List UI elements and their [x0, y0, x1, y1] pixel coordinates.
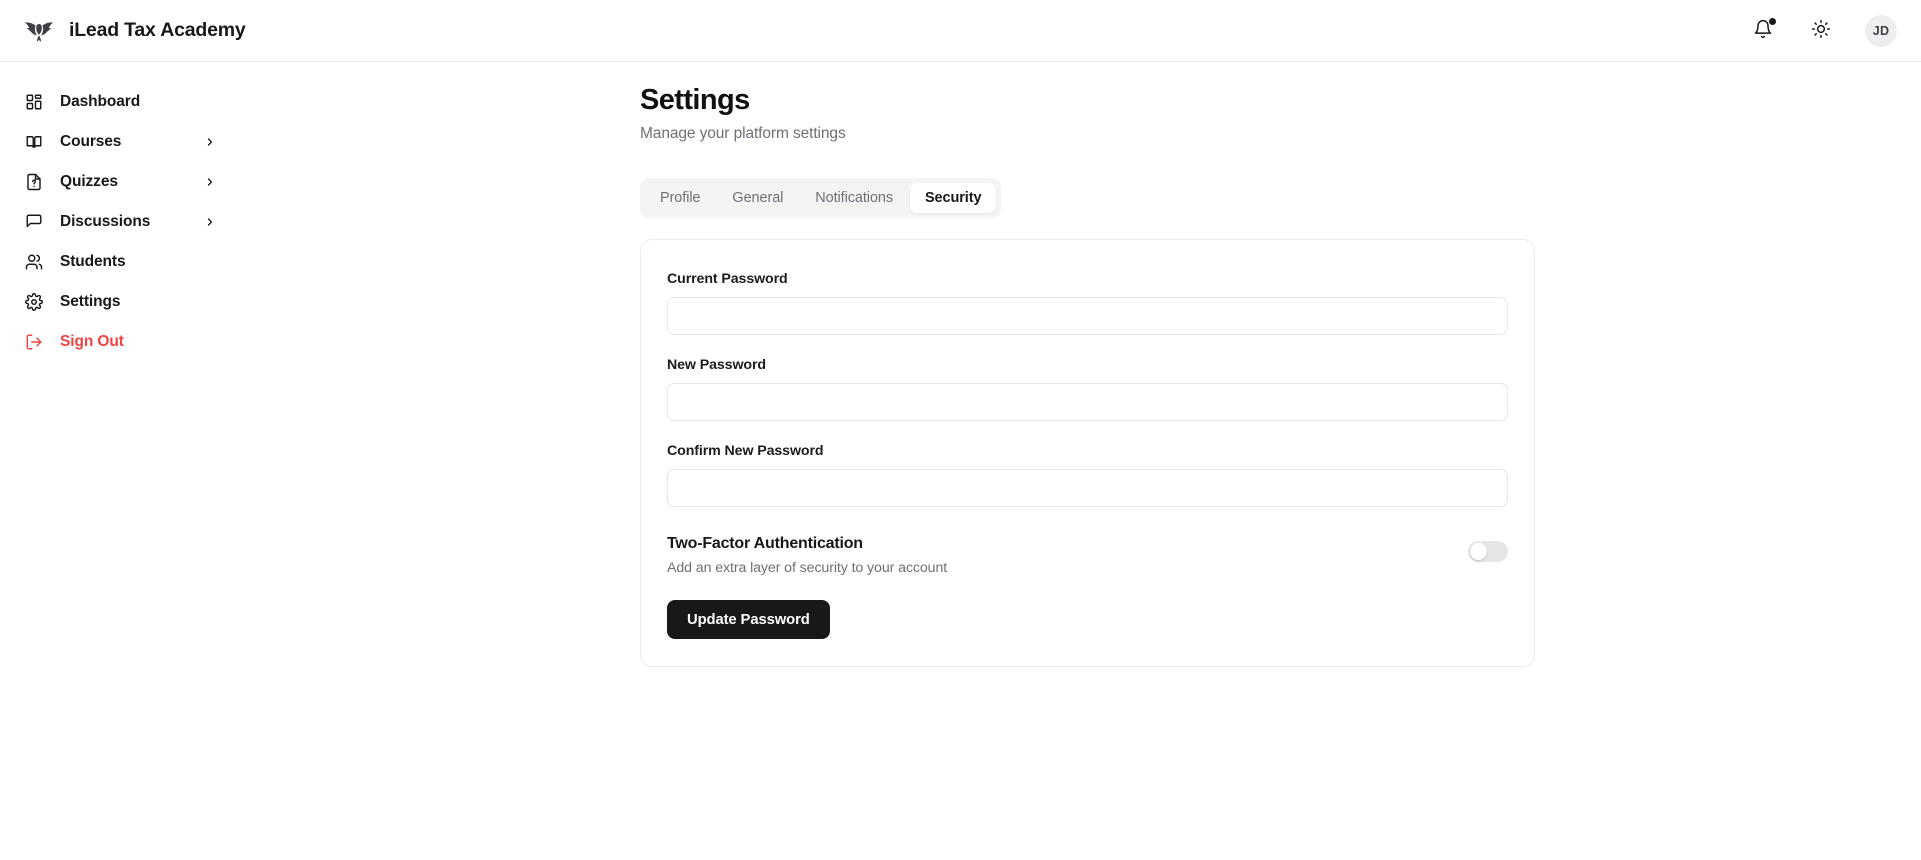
- avatar[interactable]: JD: [1865, 15, 1897, 47]
- sidebar-item-settings[interactable]: Settings: [0, 282, 250, 322]
- page-header: Settings Manage your platform settings: [640, 84, 846, 143]
- sidebar-item-quizzes[interactable]: Quizzes: [0, 162, 250, 202]
- tab-notifications[interactable]: Notifications: [800, 183, 908, 213]
- sidebar-item-label: Courses: [60, 133, 121, 151]
- security-settings-card: Current Password New Password Confirm Ne…: [640, 239, 1535, 667]
- avatar-initials: JD: [1873, 24, 1889, 38]
- sidebar-item-sign-out[interactable]: Sign Out: [0, 322, 250, 362]
- current-password-input[interactable]: [667, 297, 1508, 335]
- notification-unread-dot: [1769, 18, 1776, 25]
- new-password-input[interactable]: [667, 383, 1508, 421]
- settings-tabs: Profile General Notifications Security: [640, 178, 1001, 218]
- sidebar-item-label: Students: [60, 253, 126, 271]
- notifications-button[interactable]: [1749, 17, 1777, 45]
- eagle-emblem-icon: [22, 16, 56, 46]
- tab-profile[interactable]: Profile: [645, 183, 715, 213]
- chevron-right-icon[interactable]: [203, 176, 216, 189]
- topbar-actions: JD: [1749, 15, 1897, 47]
- theme-toggle-button[interactable]: [1807, 17, 1835, 45]
- two-factor-text: Two-Factor Authentication Add an extra l…: [667, 535, 947, 576]
- new-password-field-group: New Password: [667, 357, 1508, 421]
- brand-name: iLead Tax Academy: [69, 19, 246, 42]
- chevron-right-icon[interactable]: [203, 136, 216, 149]
- chat-bubble-icon: [24, 213, 43, 232]
- chevron-right-icon[interactable]: [203, 216, 216, 229]
- sidebar-item-students[interactable]: Students: [0, 242, 250, 282]
- gear-icon: [24, 293, 43, 312]
- users-icon: [24, 253, 43, 272]
- page-subtitle: Manage your platform settings: [640, 125, 846, 143]
- book-open-icon: [24, 133, 43, 152]
- file-question-icon: [24, 173, 43, 192]
- current-password-field-group: Current Password: [667, 271, 1508, 335]
- sun-icon: [1811, 19, 1831, 42]
- sidebar-item-dashboard[interactable]: Dashboard: [0, 82, 250, 122]
- top-app-bar: iLead Tax Academy JD: [0, 0, 1921, 62]
- logout-icon: [24, 333, 43, 352]
- page-title: Settings: [640, 84, 846, 117]
- sidebar-item-label: Dashboard: [60, 93, 140, 111]
- sidebar-item-label: Discussions: [60, 213, 150, 231]
- sidebar-item-discussions[interactable]: Discussions: [0, 202, 250, 242]
- tab-security[interactable]: Security: [910, 183, 996, 213]
- toggle-knob: [1470, 543, 1487, 560]
- sidebar-item-label: Sign Out: [60, 333, 124, 351]
- confirm-password-field-group: Confirm New Password: [667, 443, 1508, 507]
- sidebar-item-courses[interactable]: Courses: [0, 122, 250, 162]
- update-password-button[interactable]: Update Password: [667, 600, 830, 639]
- two-factor-row: Two-Factor Authentication Add an extra l…: [667, 535, 1508, 576]
- main-content: Settings Manage your platform settings P…: [250, 62, 1921, 860]
- two-factor-description: Add an extra layer of security to your a…: [667, 560, 947, 576]
- tab-general[interactable]: General: [717, 183, 798, 213]
- confirm-new-password-label: Confirm New Password: [667, 443, 1508, 459]
- confirm-new-password-input[interactable]: [667, 469, 1508, 507]
- current-password-label: Current Password: [667, 271, 1508, 287]
- sidebar-item-label: Settings: [60, 293, 120, 311]
- sidebar: Dashboard Courses Quizzes: [0, 62, 250, 860]
- two-factor-title: Two-Factor Authentication: [667, 535, 947, 553]
- sidebar-item-label: Quizzes: [60, 173, 118, 191]
- two-factor-toggle[interactable]: [1468, 541, 1508, 562]
- brand[interactable]: iLead Tax Academy: [22, 16, 246, 46]
- grid-icon: [24, 93, 43, 112]
- new-password-label: New Password: [667, 357, 1508, 373]
